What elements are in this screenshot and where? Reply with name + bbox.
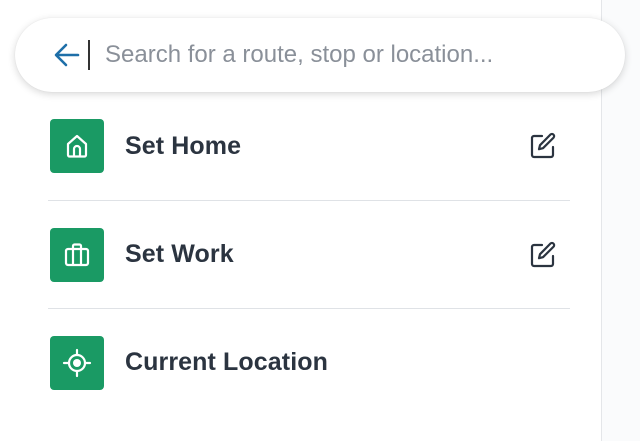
saved-places-list: Set Home Set Work Current Location — [48, 92, 570, 416]
search-input[interactable] — [101, 33, 625, 77]
briefcase-icon-tile — [50, 227, 104, 282]
list-item-set-home[interactable]: Set Home — [48, 92, 570, 200]
edit-home-button[interactable] — [526, 129, 560, 163]
list-item-label: Set Work — [125, 240, 234, 268]
edit-icon — [530, 241, 556, 267]
home-icon-tile — [50, 119, 104, 173]
edit-work-button[interactable] — [526, 238, 560, 272]
edit-icon — [530, 132, 556, 159]
text-cursor — [88, 40, 90, 70]
list-item-label: Current Location — [125, 348, 328, 376]
page: Set Home Set Work — [0, 0, 640, 441]
briefcase-icon — [64, 242, 90, 266]
list-item-set-work[interactable]: Set Work — [48, 200, 570, 308]
list-item-label: Set Home — [125, 131, 242, 160]
back-button[interactable] — [45, 33, 89, 77]
arrow-left-icon — [54, 43, 80, 67]
search-bar — [15, 18, 625, 92]
crosshair-icon-tile — [50, 335, 104, 390]
home-icon — [66, 134, 88, 158]
crosshair-icon — [62, 348, 92, 377]
list-item-current-location[interactable]: Current Location — [48, 308, 570, 416]
